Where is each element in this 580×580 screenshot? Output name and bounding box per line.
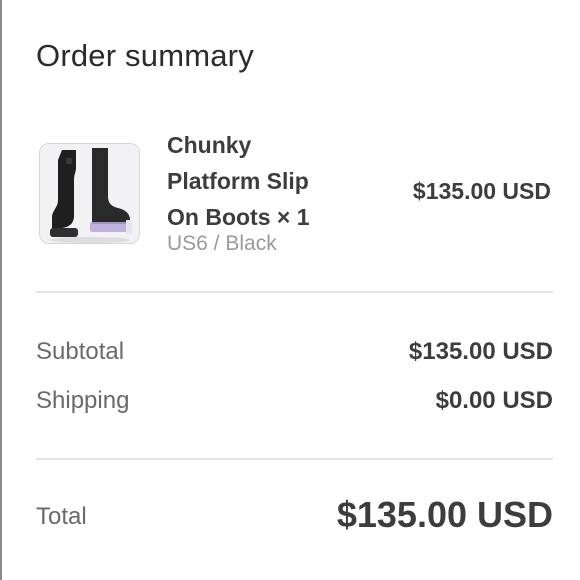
total-label: Total — [36, 503, 87, 530]
shipping-label: Shipping — [36, 387, 130, 414]
product-thumbnail — [39, 143, 140, 244]
shipping-value: $0.00 USD — [435, 387, 553, 414]
order-line-item: Chunky Platform Slip On Boots × 1 US6 / … — [36, 125, 553, 265]
boots-thumbnail-icon — [40, 144, 139, 243]
divider — [36, 458, 553, 460]
shipping-row: Shipping $0.00 USD — [36, 387, 553, 419]
subtotal-label: Subtotal — [36, 338, 125, 365]
order-summary-panel: Order summary Chunky Platform Slip On Bo… — [36, 0, 553, 580]
order-summary-title: Order summary — [36, 38, 254, 73]
left-edge-border — [0, 0, 2, 580]
divider — [36, 291, 553, 293]
subtotal-value: $135.00 USD — [408, 338, 553, 365]
product-variant: US6 / Black — [167, 232, 277, 255]
product-price: $135.00 USD — [412, 178, 551, 204]
total-value: $135.00 USD — [336, 494, 553, 535]
subtotal-row: Subtotal $135.00 USD — [36, 338, 553, 370]
product-name: Chunky Platform Slip On Boots × 1 — [167, 132, 310, 230]
